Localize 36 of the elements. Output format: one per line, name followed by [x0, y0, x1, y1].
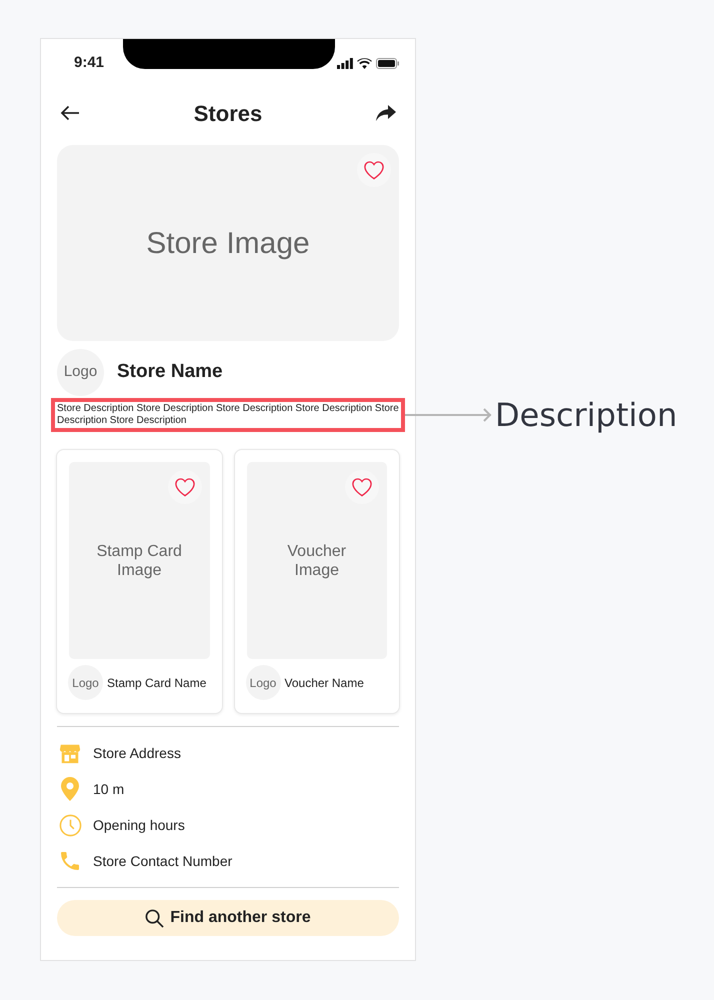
search-icon	[145, 908, 164, 928]
store-image-label: Store Image	[146, 226, 310, 262]
card-name: Stamp Card Name	[107, 674, 206, 692]
status-time: 9:41	[74, 52, 104, 73]
favorite-button[interactable]	[345, 470, 379, 504]
annotation-label: Description	[495, 395, 678, 436]
card-logo: Logo	[246, 665, 280, 700]
info-text: 10 m	[93, 780, 124, 798]
page-title: Stores	[194, 100, 262, 128]
heart-icon	[174, 477, 196, 497]
heart-icon	[351, 477, 373, 497]
favorite-button[interactable]	[357, 153, 391, 187]
share-arrow-icon	[376, 105, 396, 121]
offer-card[interactable]: Stamp Card Image Logo Stamp Card Name	[56, 449, 222, 714]
phone-icon	[58, 849, 82, 873]
favorite-button[interactable]	[168, 470, 202, 504]
location-pin-icon	[61, 777, 79, 801]
heart-icon	[363, 160, 385, 180]
info-text: Store Contact Number	[93, 852, 232, 870]
store-description: Store Description Store Description Store Description Store Description Store Description Store Description	[51, 398, 405, 432]
card-logo: Logo	[68, 665, 103, 700]
card-name: Voucher Name	[284, 674, 364, 692]
clock-icon	[58, 814, 82, 836]
info-text: Opening hours	[93, 816, 185, 835]
shop-icon	[59, 742, 81, 764]
card-image-label: Stamp Card Image	[96, 542, 183, 580]
battery-icon	[376, 58, 400, 68]
card-image-label: Voucher Image	[286, 542, 348, 580]
signal-icon	[337, 58, 353, 68]
offer-card[interactable]: Voucher Image Logo Voucher Name	[234, 449, 400, 714]
store-logo: Logo	[57, 349, 104, 396]
find-store-button[interactable]: Find another store	[57, 900, 399, 936]
info-text: Store Address	[93, 744, 181, 762]
back-arrow-icon	[60, 105, 80, 121]
wifi-icon	[357, 58, 372, 68]
store-name: Store Name	[117, 360, 223, 384]
